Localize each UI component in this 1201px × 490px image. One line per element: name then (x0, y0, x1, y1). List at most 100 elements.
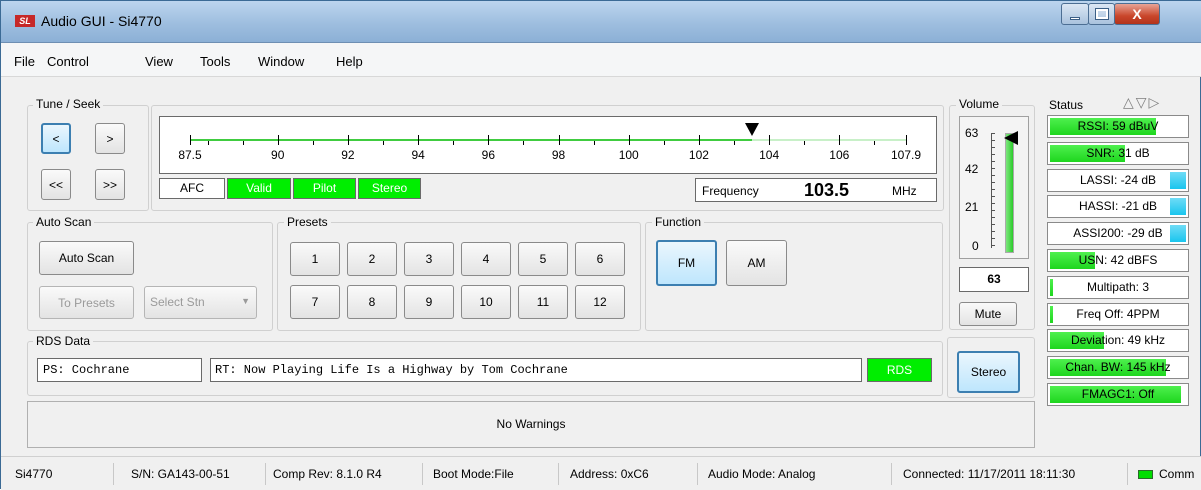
status-item: USN: 42 dBFS (1047, 249, 1189, 272)
frequency-marker-icon[interactable] (744, 123, 759, 136)
mute-button[interactable]: Mute (959, 302, 1017, 326)
statusbar-separator (1127, 463, 1128, 485)
tune-seek-label: Tune / Seek (33, 97, 104, 111)
statusbar-connected: Connected: 11/17/2011 18:11:30 (903, 467, 1076, 481)
am-button[interactable]: AM (726, 240, 787, 286)
seek-down-button[interactable]: << (41, 169, 71, 200)
app-window: SL Audio GUI - Si4770 X File Control Vie… (0, 0, 1201, 490)
menu-window[interactable]: Window (258, 54, 304, 69)
statusbar-separator (422, 463, 423, 485)
preset-button-11[interactable]: 11 (518, 285, 568, 319)
volume-tick-42: 42 (965, 162, 979, 176)
statusbar-separator (265, 463, 266, 485)
frequency-label: Frequency (702, 184, 759, 198)
statusbar-boot-mode: Boot Mode:File (433, 467, 514, 481)
select-station-dropdown[interactable]: Select Stn ▼ (144, 286, 257, 319)
valid-indicator: Valid (227, 178, 291, 199)
status-text: ASSI200: -29 dB (1073, 226, 1163, 241)
tune-down-button[interactable]: < (41, 123, 71, 154)
statusbar-separator (113, 463, 114, 485)
fm-button[interactable]: FM (656, 240, 717, 286)
status-bar: Si4770 S/N: GA143-00-51 Comp Rev: 8.1.0 … (1, 456, 1201, 490)
stereo-button[interactable]: Stereo (957, 351, 1020, 393)
menu-help[interactable]: Help (336, 54, 363, 69)
status-item: SNR: 31 dB (1047, 141, 1189, 165)
app-logo-icon: SL (15, 15, 35, 27)
preset-button-10[interactable]: 10 (461, 285, 511, 319)
preset-button-8[interactable]: 8 (347, 285, 397, 319)
frequency-value: 103.5 (804, 180, 850, 200)
statusbar-separator (891, 463, 892, 485)
statusbar-comm: Comm (1159, 467, 1195, 481)
menu-control[interactable]: Control (47, 54, 89, 69)
scale-minor-tick (593, 141, 595, 145)
title-bar[interactable]: SL Audio GUI - Si4770 X (1, 1, 1201, 43)
menu-file[interactable]: File (14, 54, 35, 69)
scale-tick-label: 100 (618, 148, 639, 162)
afc-indicator: AFC (159, 178, 225, 199)
scale-major-tick (698, 135, 700, 145)
scale-minor-tick (242, 141, 244, 145)
preset-button-2[interactable]: 2 (347, 242, 397, 276)
minimize-button[interactable] (1061, 3, 1089, 25)
scale-tick-label: 107.9 (890, 148, 922, 162)
statusbar-separator (697, 463, 698, 485)
status-item: RSSI: 59 dBuV (1047, 115, 1189, 138)
scale-tick-label: 92 (341, 148, 355, 162)
scale-minor-tick (207, 141, 209, 145)
status-text: Chan. BW: 145 kHz (1065, 360, 1171, 375)
status-text: SNR: 31 dB (1086, 145, 1150, 160)
volume-tick-21: 21 (965, 200, 979, 214)
statusbar-audio-mode: Audio Mode: Analog (708, 467, 816, 481)
stereo-indicator: Stereo (358, 178, 421, 199)
rds-rt-field[interactable]: RT: Now Playing Life Is a Highway by Tom… (210, 358, 862, 382)
status-level-bar (1050, 305, 1053, 323)
seek-up-button[interactable]: >> (95, 169, 125, 200)
volume-fill (1006, 134, 1013, 252)
preset-button-3[interactable]: 3 (404, 242, 454, 276)
status-item: FMAGC1: Off (1047, 383, 1189, 406)
preset-button-7[interactable]: 7 (290, 285, 340, 319)
rds-ps-field[interactable]: PS: Cochrane (37, 358, 202, 382)
scale-tick-label: 106 (829, 148, 850, 162)
status-text: LASSI: -24 dB (1079, 172, 1157, 187)
volume-tick-0: 0 (972, 239, 979, 253)
close-button[interactable]: X (1114, 3, 1160, 25)
scale-minor-tick (734, 141, 736, 145)
preset-button-4[interactable]: 4 (461, 242, 511, 276)
status-arrows-icon[interactable]: △▽▷ (1123, 94, 1161, 111)
menu-view[interactable]: View (145, 54, 173, 69)
to-presets-button[interactable]: To Presets (39, 286, 134, 319)
status-text: HASSI: -21 dB (1078, 199, 1158, 214)
volume-thumb-icon[interactable] (1004, 131, 1018, 145)
scale-major-tick (347, 135, 349, 145)
menu-tools[interactable]: Tools (200, 54, 230, 69)
status-item: Freq Off: 4PPM (1047, 302, 1189, 326)
scale-minor-tick (453, 141, 455, 145)
auto-scan-button[interactable]: Auto Scan (39, 241, 134, 275)
frequency-scale[interactable]: 87.5 90 92 94 96 98 100 102 104 106 107.9 (159, 116, 937, 174)
preset-button-12[interactable]: 12 (575, 285, 625, 319)
status-level-bar (1169, 171, 1186, 189)
volume-track[interactable] (1005, 133, 1014, 253)
preset-button-1[interactable]: 1 (290, 242, 340, 276)
status-item: ASSI200: -29 dB (1047, 222, 1189, 246)
preset-button-6[interactable]: 6 (575, 242, 625, 276)
scale-tick-label: 94 (411, 148, 425, 162)
tune-up-button[interactable]: > (95, 123, 125, 154)
preset-button-5[interactable]: 5 (518, 242, 568, 276)
scale-minor-tick (804, 141, 806, 145)
scale-minor-tick (312, 141, 314, 145)
statusbar-address: Address: 0xC6 (570, 467, 649, 481)
status-item: Multipath: 3 (1047, 275, 1189, 299)
maximize-button[interactable] (1088, 3, 1115, 25)
scale-tick-label: 102 (688, 148, 709, 162)
status-level-bar (1050, 278, 1053, 296)
scale-major-tick (488, 135, 490, 145)
statusbar-comp-rev: Comp Rev: 8.1.0 R4 (273, 467, 382, 481)
rds-data-label: RDS Data (33, 334, 94, 348)
preset-button-9[interactable]: 9 (404, 285, 454, 319)
scale-major-tick (277, 135, 279, 145)
status-level-bar (1169, 198, 1186, 216)
statusbar-separator (558, 463, 559, 485)
